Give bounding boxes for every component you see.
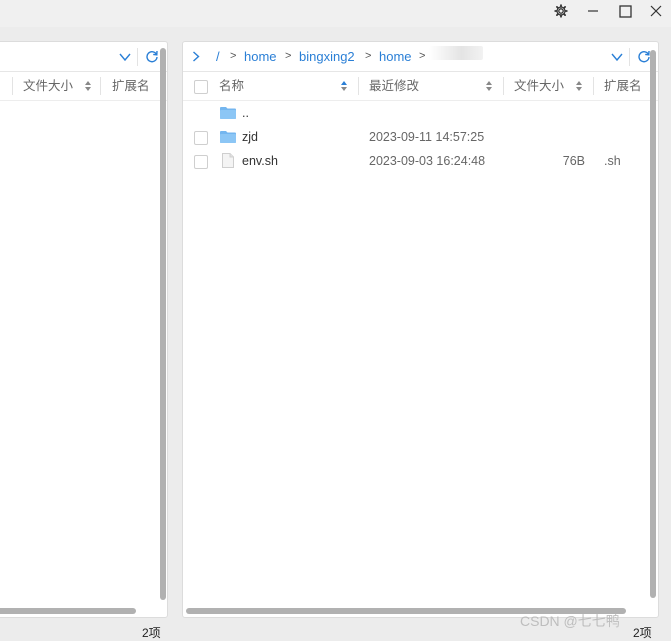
column-ext[interactable]: 扩展名 — [112, 72, 150, 100]
divider — [137, 48, 138, 66]
column-name[interactable]: 名称 — [219, 72, 244, 100]
close-icon[interactable] — [641, 0, 671, 22]
column-modified[interactable]: 最近修改 — [369, 72, 419, 100]
redacted-path-segment — [429, 46, 483, 60]
breadcrumb-separator: > — [285, 50, 292, 62]
column-ext[interactable]: 扩展名 — [604, 72, 642, 100]
divider — [593, 77, 594, 95]
left-item-count: 2项 — [142, 626, 161, 640]
folder-icon — [220, 131, 236, 143]
chevron-right-icon[interactable] — [192, 51, 200, 65]
file-ext: .sh — [604, 154, 621, 168]
divider — [12, 77, 13, 95]
sort-icon[interactable] — [340, 80, 348, 92]
refresh-icon[interactable] — [145, 49, 159, 66]
file-modified: 2023-09-11 14:57:25 — [369, 130, 485, 144]
breadcrumb-separator: > — [230, 50, 237, 62]
divider — [503, 77, 504, 95]
breadcrumb-separator: > — [365, 50, 372, 62]
right-item-count: 2项 — [633, 626, 652, 640]
chevron-down-icon[interactable] — [611, 51, 623, 65]
file-icon — [222, 153, 234, 168]
breadcrumb-item[interactable]: bingxing2 — [299, 42, 355, 71]
file-name: zjd — [242, 130, 258, 144]
column-size[interactable]: 文件大小 — [23, 72, 73, 100]
breadcrumb-root[interactable]: / — [216, 42, 220, 71]
vertical-scrollbar[interactable] — [160, 48, 166, 600]
refresh-icon[interactable] — [637, 49, 651, 66]
breadcrumb-separator: > — [419, 50, 426, 62]
left-path-bar — [0, 42, 167, 72]
sort-icon[interactable] — [485, 80, 493, 92]
divider — [358, 77, 359, 95]
sort-icon[interactable] — [575, 80, 583, 92]
file-row[interactable]: .. — [183, 101, 658, 125]
right-column-header: 名称 最近修改 文件大小 扩展名 — [183, 72, 658, 101]
file-modified: 2023-09-03 16:24:48 — [369, 154, 486, 168]
breadcrumb-item[interactable]: home — [379, 42, 412, 71]
left-file-panel: 文件大小 扩展名 — [0, 41, 168, 618]
watermark: CSDN @七七鸭 — [520, 613, 620, 629]
vertical-scrollbar[interactable] — [650, 50, 656, 598]
select-all-checkbox[interactable] — [194, 80, 208, 94]
right-path-bar: / > home > bingxing2 > home > — [183, 42, 658, 72]
title-bar — [0, 0, 671, 27]
column-size[interactable]: 文件大小 — [514, 72, 564, 100]
row-checkbox[interactable] — [194, 155, 208, 169]
file-name: env.sh — [242, 154, 278, 168]
sort-icon[interactable] — [84, 80, 92, 92]
horizontal-scrollbar[interactable] — [0, 608, 136, 614]
file-row[interactable]: zjd 2023-09-11 14:57:25 — [183, 125, 658, 149]
settings-icon[interactable] — [546, 0, 576, 22]
right-file-panel: / > home > bingxing2 > home > 名称 最近修改 文件… — [182, 41, 659, 618]
divider — [629, 48, 630, 66]
file-size: 76B — [562, 154, 585, 168]
minimize-icon[interactable] — [578, 0, 608, 22]
breadcrumb-item[interactable]: home — [244, 42, 277, 71]
file-row[interactable]: env.sh 2023-09-03 16:24:48 76B .sh — [183, 149, 658, 173]
file-name: .. — [242, 106, 249, 120]
chevron-down-icon[interactable] — [119, 51, 131, 65]
row-checkbox[interactable] — [194, 131, 208, 145]
maximize-icon[interactable] — [610, 0, 640, 22]
divider — [100, 77, 101, 95]
folder-icon — [220, 107, 236, 119]
left-column-header: 文件大小 扩展名 — [0, 72, 167, 101]
